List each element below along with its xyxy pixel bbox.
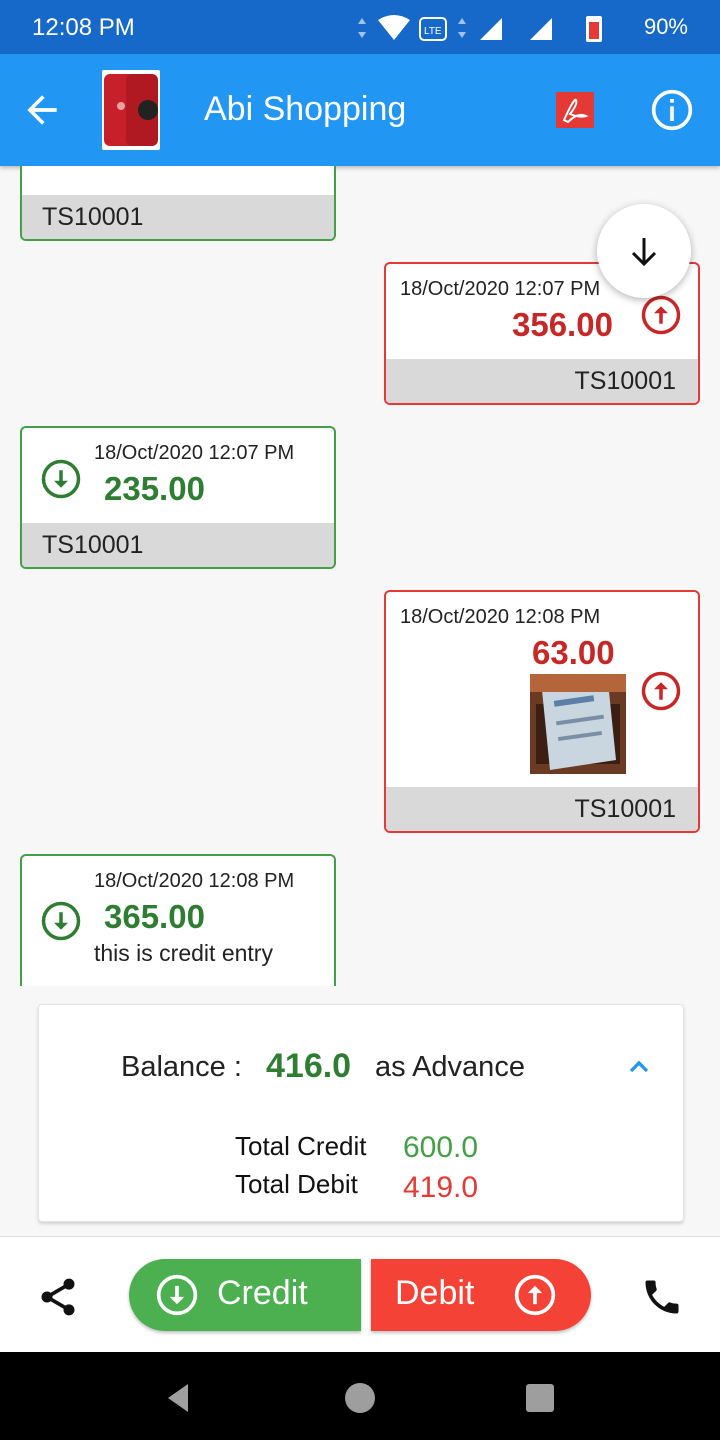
phone-product-image: [104, 74, 158, 146]
transaction-amount: 365.00: [104, 898, 205, 935]
status-icons: LTE: [358, 15, 602, 42]
status-bar: 12:08 PM LTE 90%: [0, 0, 720, 54]
signal-icon-2: [530, 18, 552, 40]
app-bar: Abi Shopping: [0, 54, 720, 166]
balance-suffix: as Advance: [375, 1051, 525, 1083]
arrow-up-circle-icon: [641, 671, 681, 711]
info-icon[interactable]: [650, 88, 694, 132]
bottom-action-bar: Credit Debit: [0, 1236, 720, 1353]
total-credit-label: Total Credit: [235, 1131, 367, 1161]
transaction-amount: 235.00: [104, 470, 205, 507]
transaction-card-credit[interactable]: 18/Oct/2020 12:08 PM 365.00 this is cred…: [20, 854, 336, 986]
debit-button-label: Debit: [395, 1274, 475, 1312]
nav-home-icon[interactable]: [340, 1378, 380, 1418]
credit-button-label: Credit: [217, 1274, 308, 1312]
pdf-icon[interactable]: [556, 92, 594, 128]
arrow-up-circle-icon: [514, 1274, 556, 1316]
debit-button[interactable]: Debit: [371, 1259, 591, 1331]
transaction-ref: TS10001: [22, 195, 334, 239]
transaction-ref: TS10001: [22, 523, 334, 567]
avatar[interactable]: [102, 70, 160, 150]
arrow-down-circle-icon: [41, 459, 81, 499]
battery-level: 90%: [643, 14, 688, 39]
transaction-date: 18/Oct/2020 12:07 PM: [94, 442, 295, 464]
nav-recents-icon[interactable]: [520, 1378, 560, 1418]
share-icon[interactable]: [36, 1275, 80, 1319]
total-debit-label: Total Debit: [235, 1169, 358, 1199]
status-time: 12:08 PM: [32, 14, 135, 41]
transaction-note: this is credit entry: [94, 940, 273, 966]
arrow-down-circle-icon: [41, 901, 81, 941]
receipt-photo[interactable]: [530, 674, 626, 774]
arrow-down-circle-icon: [156, 1274, 198, 1316]
signal-icon: [480, 18, 502, 40]
page-title: Abi Shopping: [204, 90, 407, 128]
balance-panel[interactable]: Balance : 416.0 as Advance Total Credit …: [38, 1004, 684, 1222]
total-credit-value: 600.0: [403, 1131, 479, 1164]
transaction-card-credit[interactable]: TS10001: [20, 166, 336, 241]
transaction-card-credit[interactable]: 18/Oct/2020 12:07 PM 235.00 TS10001: [20, 426, 336, 569]
transaction-amount: 356.00: [512, 306, 613, 343]
total-debit-value: 419.0: [403, 1171, 479, 1204]
transaction-date: 18/Oct/2020 12:08 PM: [400, 606, 601, 628]
transaction-list[interactable]: TS10001 18/Oct/2020 12:07 PM 356.00 TS10…: [0, 166, 720, 986]
system-nav-bar: [0, 1352, 720, 1440]
credit-button[interactable]: Credit: [129, 1259, 361, 1331]
transaction-date: 18/Oct/2020 12:07 PM: [400, 278, 601, 300]
phone-icon[interactable]: [640, 1275, 684, 1319]
transaction-date: 18/Oct/2020 12:08 PM: [94, 870, 295, 892]
balance-label: Balance :: [121, 1051, 242, 1083]
nav-back-icon[interactable]: [158, 1378, 198, 1418]
back-arrow-icon[interactable]: [20, 88, 64, 132]
arrow-down-icon: [631, 238, 657, 267]
transaction-amount: 63.00: [532, 634, 615, 671]
scroll-to-bottom-button[interactable]: [597, 204, 691, 298]
chevron-up-icon[interactable]: [623, 1051, 655, 1083]
balance-value: 416.0: [266, 1047, 352, 1085]
transaction-ref: TS10001: [386, 359, 698, 403]
arrow-up-circle-icon: [641, 295, 681, 335]
transaction-card-debit[interactable]: 18/Oct/2020 12:08 PM 63.00 TS10001: [384, 590, 700, 833]
transaction-ref: TS10001: [386, 787, 698, 831]
svg-text:LTE: LTE: [424, 26, 442, 37]
wifi-icon: [378, 15, 410, 40]
